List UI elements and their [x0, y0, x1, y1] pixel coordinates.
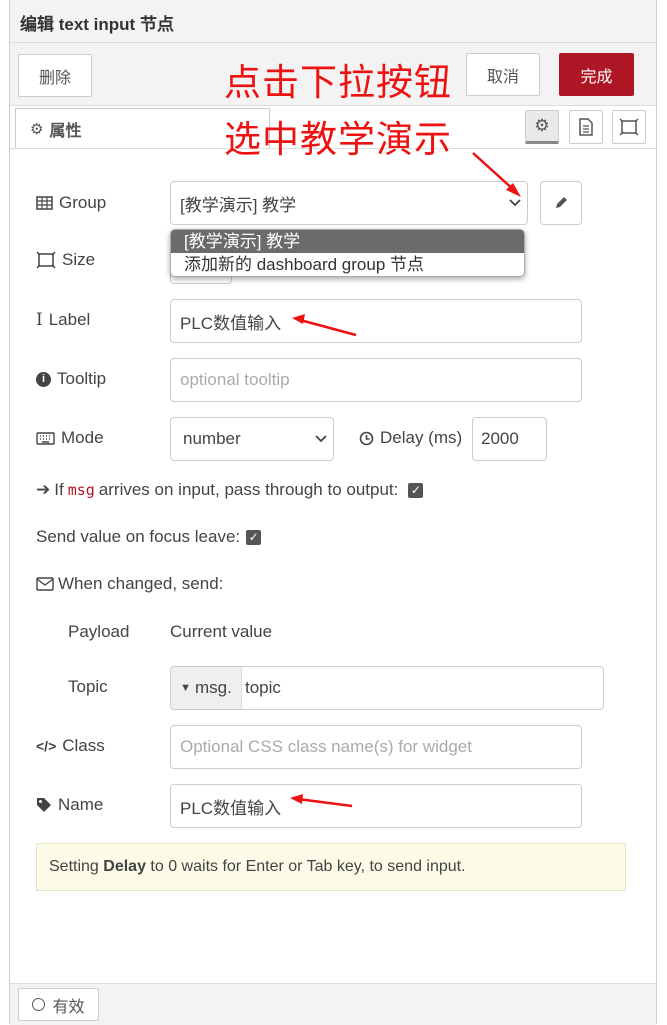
- status-label: 有效: [52, 998, 85, 1016]
- arrow-to-dropdown: [472, 152, 521, 197]
- node-status-toggle[interactable]: 有效: [18, 988, 99, 1021]
- dialog-footer: [10, 983, 656, 1025]
- arrow-to-label: [292, 314, 357, 337]
- arrow-to-name: [290, 794, 353, 808]
- circle-icon: [32, 998, 46, 1011]
- annotation-arrows: [290, 152, 521, 808]
